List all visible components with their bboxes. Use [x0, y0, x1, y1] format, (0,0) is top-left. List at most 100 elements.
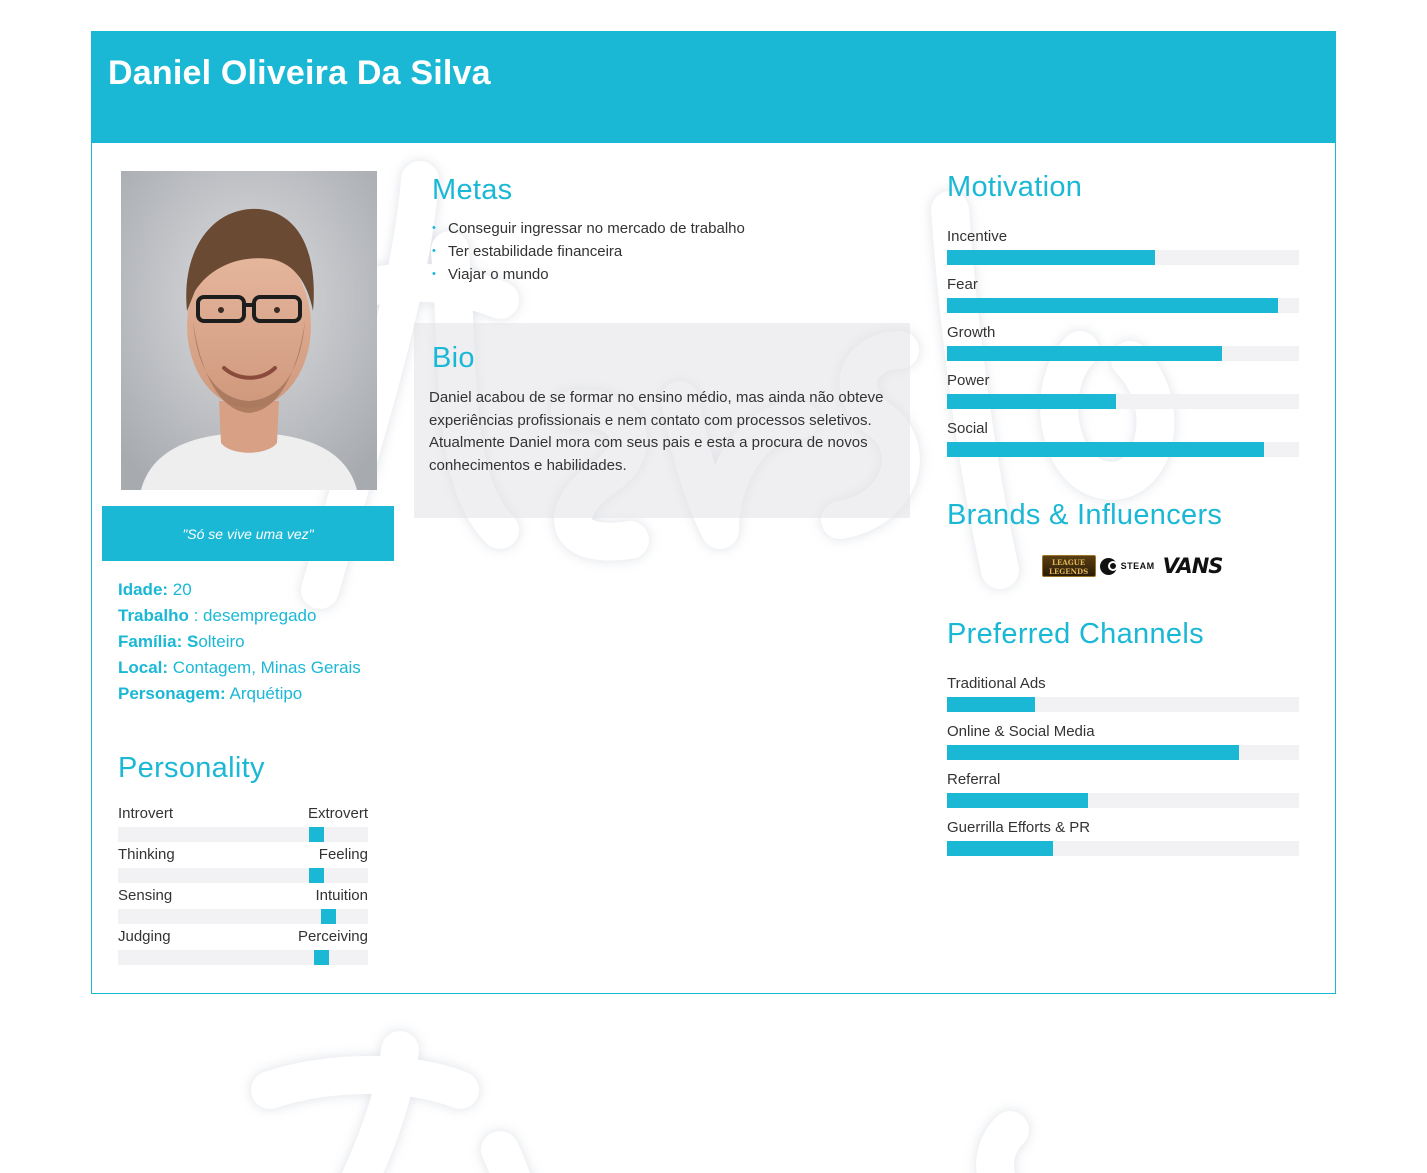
vans-logo: VANS	[1162, 554, 1224, 578]
bar-label: Growth	[947, 324, 996, 341]
bar-fill	[947, 745, 1240, 760]
bar-fill	[947, 697, 1035, 712]
profile-photo	[121, 171, 377, 490]
quote-banner: "Só se vive uma vez"	[102, 506, 394, 561]
bio-text: Daniel acabou de se formar no ensino méd…	[429, 389, 884, 474]
fact-value: Contagem, Minas Gerais	[168, 658, 361, 677]
bar-track	[947, 346, 1299, 361]
fact-label: Trabalho	[118, 606, 189, 625]
steam-icon	[1099, 557, 1118, 575]
bar-track	[947, 298, 1299, 313]
bar-fill	[947, 346, 1222, 361]
metas-section: Metas Conseguir ingressar no mercado de …	[432, 174, 912, 286]
persona-name: Daniel Oliveira Da Silva	[108, 54, 491, 92]
channel-bar: Guerrilla Efforts & PR	[947, 819, 1299, 867]
bar-fill	[947, 442, 1264, 457]
bar-fill	[947, 298, 1278, 313]
metas-title: Metas	[432, 174, 513, 206]
profile-photo-illustration	[121, 171, 377, 490]
channel-bar: Online & Social Media	[947, 723, 1299, 771]
steam-logo-text: STEAM	[1120, 561, 1155, 571]
bar-track	[947, 250, 1299, 265]
fact-personagem: Personagem: Arquétipo	[118, 681, 408, 707]
trait-left-label: Thinking	[118, 846, 175, 863]
trait-left-label: Judging	[118, 928, 171, 945]
channel-bar: Referral	[947, 771, 1299, 819]
motivation-bar: Fear	[947, 276, 1299, 324]
personality-section: Personality Introvert Extrovert Thinking F…	[118, 752, 368, 969]
list-item: Conseguir ingressar no mercado de trabal…	[432, 217, 912, 240]
brand-logos: LEAGUE LEGENDS STEAM VANS	[947, 554, 1299, 578]
motivation-bar: Social	[947, 420, 1299, 468]
trait-right-label: Perceiving	[297, 928, 368, 945]
list-item: Viajar o mundo	[432, 263, 912, 286]
trait-right-label: Feeling	[318, 846, 368, 863]
fact-label: Personagem:	[118, 684, 226, 703]
fact-label: Família: S	[118, 632, 199, 651]
motivation-title: Motivation	[947, 171, 1083, 203]
persona-card: Daniel Oliveira Da Silva "Só se vive uma…	[91, 31, 1336, 994]
bio-section: Bio Daniel acabou de se formar no ensino…	[414, 323, 910, 518]
motivation-section: Motivation Incentive Fear Growth Power S…	[947, 171, 1299, 468]
watermark-logo-bottom	[251, 1031, 1029, 1173]
channels-section: Preferred Channels Traditional Ads Onlin…	[947, 618, 1299, 867]
brands-section: Brands & Influencers LEAGUE LEGENDS STEA…	[947, 499, 1299, 578]
bar-fill	[947, 250, 1155, 265]
fact-idade: Idade: 20	[118, 577, 408, 603]
bar-label: Power	[947, 372, 990, 389]
fact-value: 20	[168, 580, 192, 599]
bio-title: Bio	[432, 342, 475, 374]
fact-local: Local: Contagem, Minas Gerais	[118, 655, 408, 681]
fact-label: Idade:	[118, 580, 169, 599]
trait-track	[118, 909, 368, 924]
trait-track	[118, 950, 368, 965]
trait-left-label: Sensing	[118, 887, 173, 904]
trait-left-label: Introvert	[118, 805, 174, 822]
bar-track	[947, 442, 1299, 457]
trait-right-label: Intuition	[315, 887, 368, 904]
bar-fill	[947, 793, 1088, 808]
personality-trait: Judging Perceiving	[118, 928, 368, 969]
list-item: Ter estabilidade financeira	[432, 240, 912, 263]
trait-marker	[313, 950, 329, 965]
personality-trait: Thinking Feeling	[118, 846, 368, 887]
personality-trait: Sensing Intuition	[118, 887, 368, 928]
persona-header: Daniel Oliveira Da Silva	[92, 32, 1335, 143]
league-of-legends-logo: LEAGUE LEGENDS	[1041, 555, 1096, 577]
steam-logo: STEAM	[1099, 557, 1155, 575]
trait-right-label: Extrovert	[307, 805, 368, 822]
channels-title: Preferred Channels	[947, 618, 1204, 650]
bar-track	[947, 793, 1299, 808]
brands-title: Brands & Influencers	[947, 499, 1223, 531]
bar-label: Incentive	[947, 228, 1008, 245]
fact-familia: Família: Solteiro	[118, 629, 408, 655]
metas-list: Conseguir ingressar no mercado de trabal…	[432, 217, 912, 286]
bar-label: Online & Social Media	[947, 723, 1095, 740]
trait-track	[118, 827, 368, 842]
bar-track	[947, 745, 1299, 760]
trait-marker	[321, 909, 336, 924]
quote-text: "Só se vive uma vez"	[182, 525, 314, 542]
bar-fill	[947, 841, 1053, 856]
trait-marker	[308, 868, 324, 883]
trait-track	[118, 868, 368, 883]
motivation-bar: Incentive	[947, 228, 1299, 276]
bar-label: Social	[947, 420, 988, 437]
personality-trait: Introvert Extrovert	[118, 805, 368, 846]
personality-title: Personality	[118, 752, 265, 784]
trait-marker	[308, 827, 324, 842]
motivation-bar: Growth	[947, 324, 1299, 372]
bar-label: Fear	[947, 276, 978, 293]
fact-value: : desempregado	[188, 606, 317, 625]
bar-label: Guerrilla Efforts & PR	[947, 819, 1091, 836]
bar-fill	[947, 394, 1116, 409]
fact-value: Arquétipo	[225, 684, 303, 703]
bar-label: Traditional Ads	[947, 675, 1046, 692]
fact-trabalho: Trabalho : desempregado	[118, 603, 408, 629]
bar-label: Referral	[947, 771, 1001, 788]
fact-value: olteiro	[198, 632, 245, 651]
persona-facts: Idade: 20 Trabalho : desempregado Famíli…	[118, 577, 408, 707]
bar-track	[947, 394, 1299, 409]
channel-bar: Traditional Ads	[947, 675, 1299, 723]
bar-track	[947, 841, 1299, 856]
